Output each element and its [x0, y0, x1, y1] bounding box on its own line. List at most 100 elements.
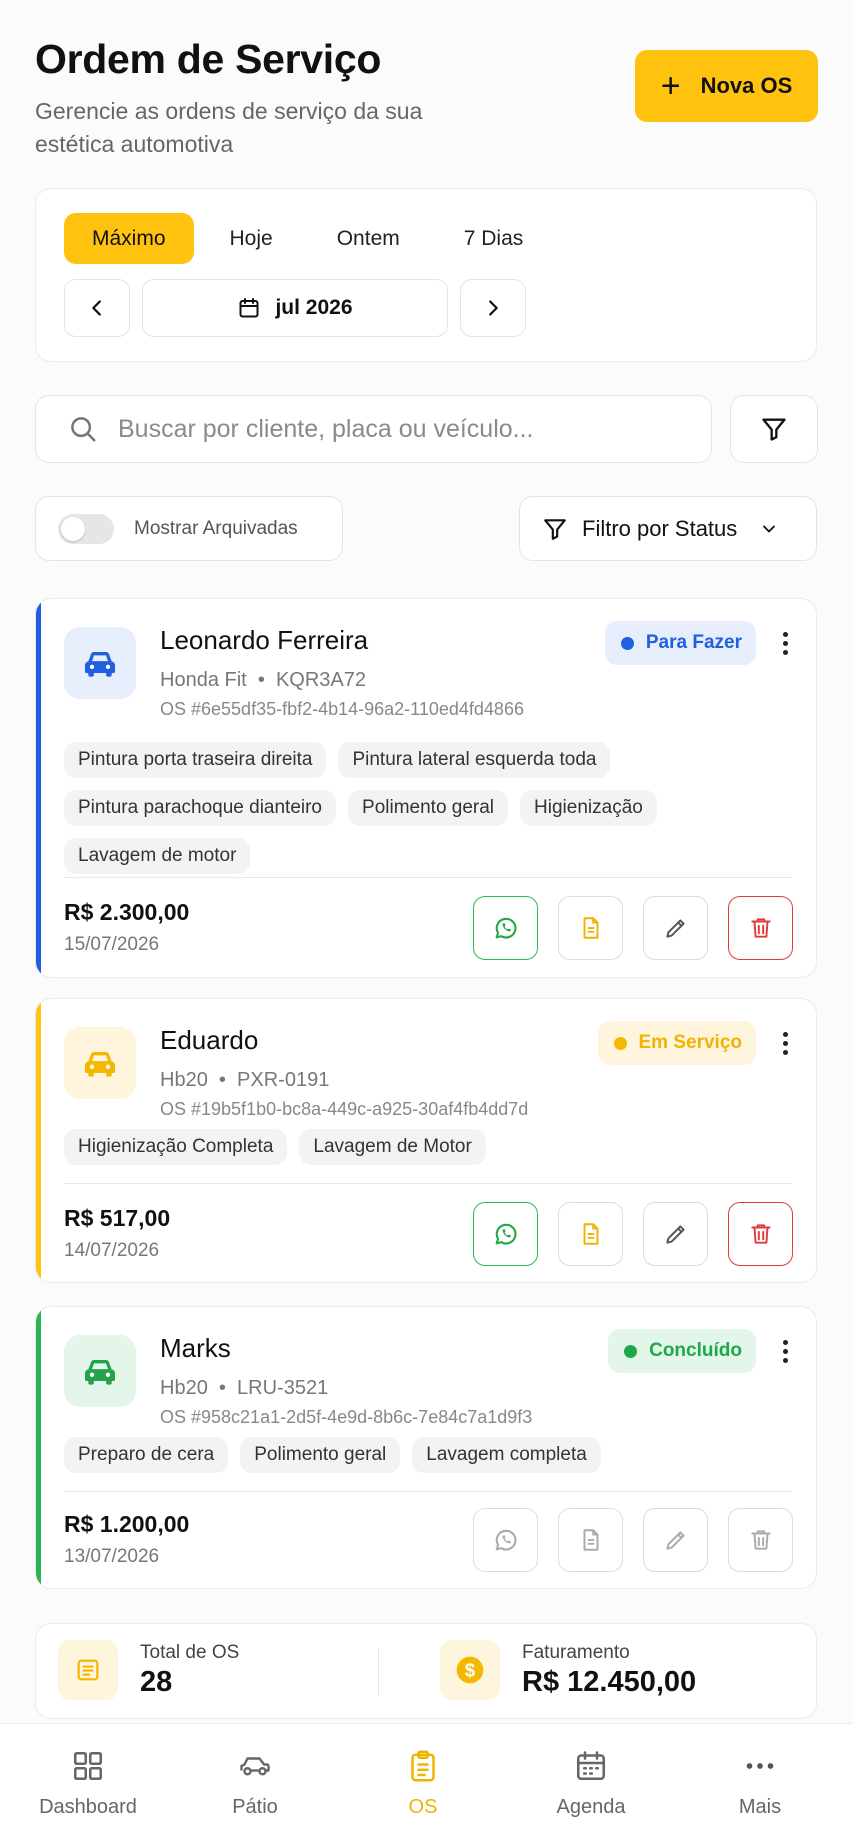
nav-item-os[interactable]: OS — [353, 1748, 493, 1819]
archived-toggle[interactable] — [58, 513, 114, 544]
os-actions — [473, 1508, 793, 1572]
os-actions — [473, 896, 793, 960]
service-chip: Pintura lateral esquerda toda — [338, 742, 611, 778]
vehicle-model: Hb20 — [160, 1377, 208, 1399]
tab-ontem[interactable]: Ontem — [309, 213, 428, 264]
search-input[interactable] — [118, 414, 678, 444]
service-chip: Lavagem de Motor — [299, 1129, 486, 1165]
archived-toggle-container[interactable]: Mostrar Arquivadas — [35, 496, 343, 561]
whatsapp-button[interactable] — [473, 1202, 538, 1266]
document-icon — [583, 1223, 598, 1245]
status-badge: Concluído — [608, 1329, 756, 1373]
summary-bar: Total de OS 28 $ Faturamento R$ 12.450,0… — [35, 1623, 817, 1719]
archived-label: Mostrar Arquivadas — [134, 517, 298, 539]
nav-item-patio[interactable]: Pátio — [185, 1748, 325, 1819]
filter-icon — [762, 418, 786, 441]
whatsapp-button[interactable] — [473, 896, 538, 960]
delete-button[interactable] — [728, 896, 793, 960]
total-os-label: Total de OS — [140, 1641, 240, 1663]
nav-item-dashboard[interactable]: Dashboard — [18, 1748, 158, 1819]
next-month-button[interactable] — [460, 279, 526, 337]
status-label: Para Fazer — [645, 632, 742, 653]
page-header: Ordem de Serviço Gerencie as ordens de s… — [35, 36, 818, 166]
service-list: Higienização Completa Lavagem de Motor — [64, 1129, 784, 1165]
filter-button[interactable] — [730, 395, 818, 463]
more-options-icon[interactable] — [783, 632, 788, 655]
trash-icon — [750, 918, 771, 938]
os-price: R$ 517,00 — [64, 1205, 171, 1231]
delete-button[interactable] — [728, 1508, 793, 1572]
status-filter-label: Filtro por Status — [582, 515, 738, 541]
period-selector: Máximo Hoje Ontem 7 Dias jul 2026 — [35, 188, 817, 362]
pencil-icon — [665, 1225, 685, 1244]
tab-7-dias[interactable]: 7 Dias — [436, 213, 552, 264]
divider — [64, 1183, 792, 1184]
car-icon — [240, 1757, 270, 1776]
month-picker-button[interactable]: jul 2026 — [142, 279, 448, 337]
whatsapp-button[interactable] — [473, 1508, 538, 1572]
status-dot — [613, 1036, 627, 1050]
os-card[interactable]: Marks Hb20 • LRU-3521 OS #958c21a1-2d5f-… — [35, 1306, 817, 1589]
status-filter-dropdown[interactable]: Filtro por Status — [519, 496, 817, 561]
nav-label: Agenda — [556, 1796, 626, 1818]
document-icon — [583, 1529, 598, 1551]
svg-text:$: $ — [465, 1660, 476, 1681]
previous-month-button[interactable] — [64, 279, 130, 337]
service-chip: Higienização Completa — [64, 1129, 288, 1165]
document-button[interactable] — [558, 1508, 623, 1572]
os-id: OS #958c21a1-2d5f-4e9d-8b6c-7e84c7a1d9f3 — [160, 1407, 533, 1427]
status-dot — [624, 1344, 638, 1358]
revenue-value: R$ 12.450,00 — [522, 1665, 697, 1698]
document-button[interactable] — [558, 1202, 623, 1266]
dollar-icon: $ — [440, 1640, 500, 1700]
nav-item-mais[interactable]: Mais — [690, 1748, 830, 1819]
chevron-down-icon — [763, 525, 776, 532]
client-name: Marks — [160, 1333, 231, 1363]
edit-button[interactable] — [643, 1202, 708, 1266]
dashboard-icon — [73, 1751, 103, 1781]
nav-label: Pátio — [232, 1796, 278, 1818]
nav-label: Dashboard — [39, 1796, 137, 1818]
new-os-button[interactable]: + Nova OS — [635, 50, 818, 122]
os-actions — [473, 1202, 793, 1266]
search-icon — [71, 417, 96, 442]
client-name: Leonardo Ferreira — [160, 625, 369, 655]
clipboard-icon — [411, 1750, 435, 1782]
os-card[interactable]: Eduardo Hb20 • PXR-0191 OS #19b5f1b0-bc8… — [35, 998, 817, 1283]
os-price: R$ 1.200,00 — [64, 1511, 190, 1537]
os-card[interactable]: Leonardo Ferreira Honda Fit • KQR3A72 OS… — [35, 598, 817, 978]
more-options-icon[interactable] — [783, 1340, 788, 1363]
car-icon — [64, 1335, 136, 1407]
edit-button[interactable] — [643, 1508, 708, 1572]
plus-icon: + — [660, 67, 681, 105]
status-label: Concluído — [649, 1340, 742, 1361]
vehicle-plate: PXR-0191 — [237, 1069, 330, 1091]
nav-item-agenda[interactable]: Agenda — [521, 1748, 661, 1819]
service-chip: Lavagem completa — [412, 1437, 601, 1473]
delete-button[interactable] — [728, 1202, 793, 1266]
divider — [64, 877, 792, 878]
edit-button[interactable] — [643, 896, 708, 960]
client-name: Eduardo — [160, 1025, 259, 1055]
vehicle-plate: KQR3A72 — [275, 669, 367, 691]
calendar-icon — [576, 1751, 606, 1781]
period-tabs: Máximo Hoje Ontem 7 Dias — [64, 213, 559, 264]
trash-icon — [750, 1530, 771, 1550]
total-os-value: 28 — [140, 1665, 173, 1698]
vehicle-model: Hb20 — [160, 1069, 208, 1091]
summary-divider — [378, 1648, 379, 1696]
vehicle-info: Honda Fit • KQR3A72 — [160, 669, 367, 691]
more-options-icon[interactable] — [783, 1032, 788, 1055]
trash-icon — [750, 1224, 771, 1244]
os-price: R$ 2.300,00 — [64, 899, 190, 925]
document-button[interactable] — [558, 896, 623, 960]
status-bar — [36, 1307, 41, 1588]
os-date: 15/07/2026 — [64, 934, 160, 955]
service-list: Preparo de cera Polimento geral Lavagem … — [64, 1437, 784, 1473]
chevron-left-icon — [92, 300, 101, 316]
car-icon — [64, 1027, 136, 1099]
tab-maximo[interactable]: Máximo — [64, 213, 194, 264]
car-icon — [64, 627, 136, 699]
os-date: 14/07/2026 — [64, 1240, 160, 1261]
tab-hoje[interactable]: Hoje — [202, 213, 301, 264]
